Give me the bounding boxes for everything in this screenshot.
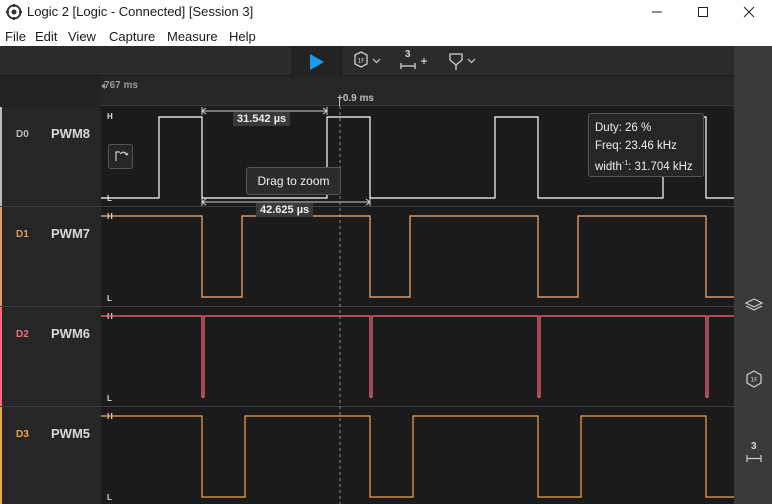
channel-id: D3 bbox=[16, 429, 29, 440]
waveform-area[interactable] bbox=[101, 407, 734, 504]
add-marker-button[interactable] bbox=[446, 46, 482, 76]
ruler-tick bbox=[339, 97, 340, 106]
channel-label-d0: D0 PWM8 bbox=[0, 107, 101, 206]
waveform-area[interactable] bbox=[101, 307, 734, 406]
window-title: Logic 2 [Logic - Connected] [Session 3] bbox=[27, 4, 254, 19]
channel-row-d3[interactable]: D3 PWM5 bbox=[0, 407, 734, 504]
low-level-label: L bbox=[107, 294, 112, 303]
minimize-button[interactable] bbox=[634, 0, 680, 24]
channel-color-stripe bbox=[0, 107, 2, 206]
channel-label-d1: D1 PWM7 bbox=[0, 207, 101, 306]
inverse-width-value: width-1: 31.704 kHz bbox=[595, 155, 697, 176]
ruler-offset-label: +0.9 ms bbox=[337, 93, 374, 104]
right-sidebar: 1F 3 bbox=[734, 46, 772, 504]
low-level-label: L bbox=[107, 493, 112, 502]
waveform-area[interactable] bbox=[101, 207, 734, 306]
drag-to-zoom-tooltip: Drag to zoom bbox=[246, 167, 341, 195]
maximize-button[interactable] bbox=[680, 0, 726, 24]
menu-file[interactable]: File bbox=[5, 29, 26, 44]
menu-bar: File Edit View Capture Measure Help bbox=[0, 24, 772, 46]
trigger-icon: 1F bbox=[354, 51, 381, 68]
maximize-icon bbox=[698, 7, 708, 17]
high-level-label: H bbox=[107, 112, 113, 121]
frequency-value: Freq: 23.46 kHz bbox=[595, 140, 677, 152]
measurement-icon bbox=[746, 455, 762, 462]
period-label: 42.625 µs bbox=[256, 203, 314, 217]
layers-button[interactable] bbox=[744, 296, 764, 316]
channel-name[interactable]: PWM6 bbox=[51, 326, 90, 341]
channel-row-d1[interactable]: D1 PWM7 bbox=[0, 207, 734, 306]
title-bar: Logic 2 [Logic - Connected] [Session 3] bbox=[0, 0, 772, 24]
undo-icon bbox=[115, 151, 129, 161]
channel-id: D1 bbox=[16, 229, 29, 240]
channel-label-d3: D3 PWM5 bbox=[0, 407, 101, 504]
marker-icon bbox=[449, 53, 476, 70]
measurements-panel-button[interactable]: 3 bbox=[744, 441, 764, 465]
analyzers-button[interactable]: 1F bbox=[744, 369, 764, 389]
analyzer-icon: 1F bbox=[746, 370, 762, 388]
channel-color-stripe bbox=[0, 307, 2, 406]
toolbar: 1F 3 bbox=[0, 46, 734, 76]
add-measurement-button[interactable]: 3 bbox=[396, 46, 432, 76]
logic-app-icon bbox=[6, 4, 22, 20]
pulse-width-label: 31.542 µs bbox=[233, 112, 291, 126]
svg-text:1F: 1F bbox=[357, 58, 365, 65]
minimize-icon bbox=[652, 11, 662, 13]
trigger-button[interactable]: 1F bbox=[348, 46, 388, 76]
channel-color-stripe bbox=[0, 407, 2, 504]
channel-id: D2 bbox=[16, 329, 29, 340]
start-capture-button[interactable] bbox=[293, 46, 341, 76]
channel-color-stripe bbox=[0, 207, 2, 306]
menu-measure[interactable]: Measure bbox=[167, 29, 218, 44]
channel-row-d2[interactable]: D2 PWM6 bbox=[0, 307, 734, 406]
svg-text:1F: 1F bbox=[750, 377, 758, 384]
low-level-label: L bbox=[107, 194, 112, 203]
play-icon bbox=[310, 54, 324, 70]
close-button[interactable] bbox=[726, 0, 772, 24]
low-level-label: L bbox=[107, 394, 112, 403]
menu-view[interactable]: View bbox=[68, 29, 96, 44]
menu-help[interactable]: Help bbox=[229, 29, 256, 44]
time-ruler[interactable]: 767 ms +0.9 ms bbox=[0, 76, 734, 106]
channel-id: D0 bbox=[16, 129, 29, 140]
toolbar-divider bbox=[341, 46, 342, 76]
high-level-label: H bbox=[107, 312, 113, 321]
inverse-width-number: : 31.704 kHz bbox=[628, 160, 693, 173]
menu-edit[interactable]: Edit bbox=[35, 29, 57, 44]
measurement-icon bbox=[400, 58, 427, 69]
undo-zoom-button[interactable] bbox=[108, 144, 133, 169]
high-level-label: H bbox=[107, 212, 113, 221]
channel-name[interactable]: PWM5 bbox=[51, 426, 90, 441]
menu-capture[interactable]: Capture bbox=[109, 29, 155, 44]
channel-name[interactable]: PWM7 bbox=[51, 226, 90, 241]
logic-window: Logic 2 [Logic - Connected] [Session 3] … bbox=[0, 0, 772, 504]
measurement-stats-box: Duty: 26 % Freq: 23.46 kHz width-1: 31.7… bbox=[588, 113, 704, 177]
high-level-label: H bbox=[107, 412, 113, 421]
channel-name[interactable]: PWM8 bbox=[51, 126, 90, 141]
duty-cycle-value: Duty: 26 % bbox=[595, 122, 652, 134]
close-icon bbox=[743, 6, 755, 18]
inverse-width-prefix: width bbox=[595, 160, 622, 173]
ruler-start-time: 767 ms bbox=[104, 80, 138, 91]
ruler-spacer bbox=[0, 76, 101, 106]
channel-label-d2: D2 PWM6 bbox=[0, 307, 101, 406]
layers-icon bbox=[744, 298, 764, 311]
